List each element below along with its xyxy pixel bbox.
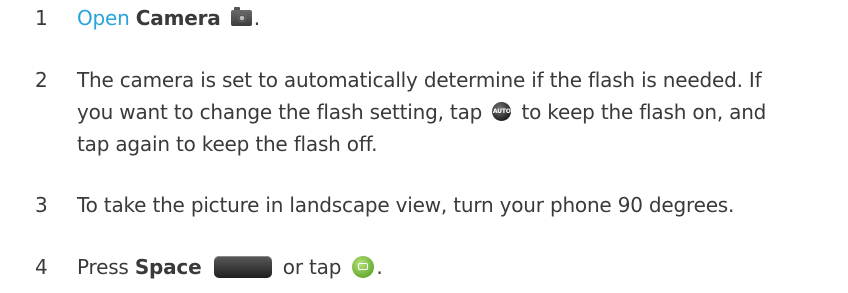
space-key-icon xyxy=(213,255,272,278)
camera-icon xyxy=(230,6,252,26)
step-number: 1 xyxy=(35,6,48,30)
step-end: . xyxy=(253,6,260,30)
step-line: The camera is set to automatically deter… xyxy=(77,68,762,92)
step-text: To take the picture in landscape view, t… xyxy=(77,193,735,217)
step-text: The camera is set to automatically deter… xyxy=(77,64,837,160)
step-line: tap again to keep the flash off. xyxy=(77,132,378,156)
step-number: 4 xyxy=(35,255,48,279)
step-line: you want to change the flash setting, ta… xyxy=(77,96,837,128)
step-text-after: to keep the flash on, and xyxy=(521,100,767,124)
step-text-before: you want to change the flash setting, ta… xyxy=(77,100,483,124)
step-text-before: Press xyxy=(77,255,129,279)
auto-flash-icon-label: AUTO xyxy=(492,108,511,115)
step-number: 3 xyxy=(35,193,48,217)
open-link[interactable]: Open xyxy=(77,6,130,30)
step-number: 2 xyxy=(35,68,48,92)
step-text-middle: or tap xyxy=(282,255,342,279)
camera-app-name: Camera xyxy=(135,6,221,30)
space-key-name: Space xyxy=(134,255,202,279)
auto-flash-icon: AUTO xyxy=(492,102,512,121)
step-text: Open Camera . xyxy=(77,2,837,34)
camera-shutter-icon xyxy=(352,255,375,278)
step-end: . xyxy=(376,255,383,279)
step-text: Press Space or tap . xyxy=(77,251,837,283)
